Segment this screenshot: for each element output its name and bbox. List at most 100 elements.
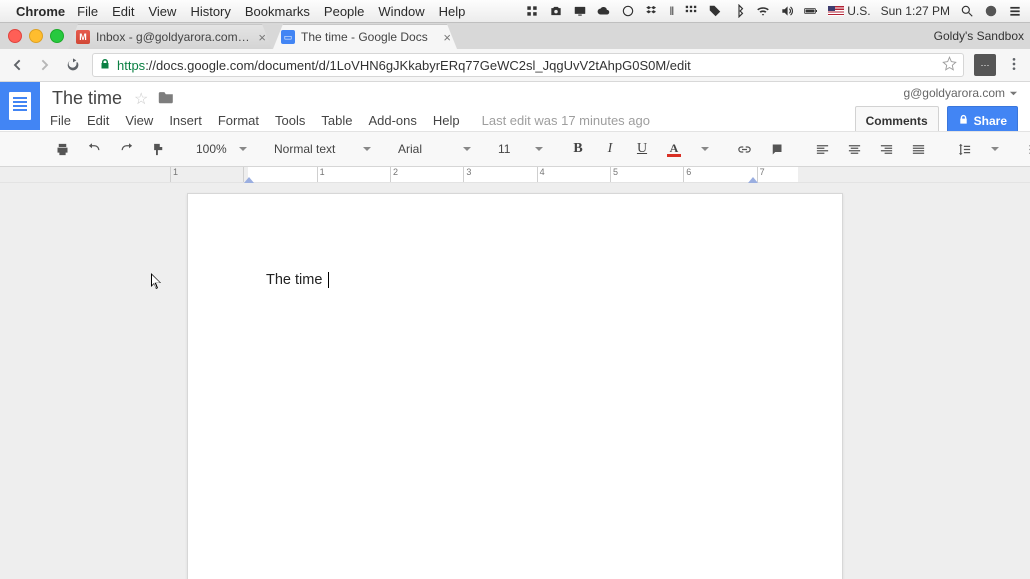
redo-button[interactable] <box>112 137 140 161</box>
zoom-select[interactable]: 100% <box>190 137 250 161</box>
menubar-clock[interactable]: Sun 1:27 PM <box>881 4 950 18</box>
docs-home-button[interactable] <box>0 82 40 130</box>
macos-menu-history[interactable]: History <box>190 4 230 19</box>
docs-menu-view[interactable]: View <box>125 113 153 128</box>
macos-menu-edit[interactable]: Edit <box>112 4 134 19</box>
menubar-separator-icon: ‖ <box>669 4 674 18</box>
menubar-spotlight-icon[interactable] <box>960 4 974 18</box>
numbered-list-button[interactable] <box>1020 137 1030 161</box>
address-bar[interactable]: https://docs.google.com/document/d/1LoVH… <box>92 53 964 77</box>
menubar-tag-icon[interactable] <box>708 4 722 18</box>
ruler-tick: 5 <box>610 167 683 182</box>
horizontal-ruler[interactable]: 1 1 2 3 4 5 6 7 <box>0 167 1030 183</box>
text-caret <box>328 272 329 288</box>
star-document-icon[interactable]: ☆ <box>134 89 148 109</box>
extension-icon[interactable]: ⋯ <box>974 54 996 76</box>
menubar-bluetooth-icon[interactable] <box>732 4 746 18</box>
account-switcher[interactable]: g@goldyarora.com <box>903 86 1018 100</box>
window-zoom-button[interactable] <box>50 29 64 43</box>
menubar-dropbox-icon[interactable] <box>645 4 659 18</box>
window-minimize-button[interactable] <box>29 29 43 43</box>
menubar-extra-icon[interactable] <box>525 4 539 18</box>
print-button[interactable] <box>48 137 76 161</box>
text-color-dropdown[interactable] <box>692 137 712 161</box>
browser-tab-gmail[interactable]: M Inbox - g@goldyarora.com - G × <box>68 24 272 49</box>
font-size-select[interactable]: 11 <box>492 137 546 161</box>
docs-menu-file[interactable]: File <box>50 113 71 128</box>
menubar-input-locale[interactable]: U.S. <box>828 4 870 18</box>
macos-menu-bookmarks[interactable]: Bookmarks <box>245 4 310 19</box>
align-left-button[interactable] <box>808 137 836 161</box>
browser-tab-docs[interactable]: ▭ The time - Google Docs × <box>273 24 457 49</box>
macos-menu-file[interactable]: File <box>77 4 98 19</box>
chrome-menu-icon[interactable] <box>1006 56 1022 75</box>
align-center-button[interactable] <box>840 137 868 161</box>
tab-title: The time - Google Docs <box>301 30 437 44</box>
ruler-tick <box>243 167 316 182</box>
menubar-camera-icon[interactable] <box>549 4 563 18</box>
reload-button[interactable] <box>64 56 82 74</box>
ruler-tick: 2 <box>390 167 463 182</box>
macos-menu-help[interactable]: Help <box>439 4 466 19</box>
insert-comment-button[interactable] <box>762 137 790 161</box>
paragraph-style-select[interactable]: Normal text <box>268 137 374 161</box>
forward-button[interactable] <box>36 56 54 74</box>
window-close-button[interactable] <box>8 29 22 43</box>
menubar-wifi-icon[interactable] <box>756 4 770 18</box>
tab-close-icon[interactable]: × <box>443 30 451 45</box>
document-title-input[interactable]: The time <box>50 88 124 109</box>
editor-canvas[interactable]: The time <box>0 183 1030 579</box>
document-text[interactable]: The time <box>266 272 326 288</box>
macos-menu-people[interactable]: People <box>324 4 364 19</box>
italic-button[interactable]: I <box>596 137 624 161</box>
menubar-siri-icon[interactable] <box>984 4 998 18</box>
ruler-tick: 1 <box>317 167 390 182</box>
docs-menu-edit[interactable]: Edit <box>87 113 109 128</box>
back-button[interactable] <box>8 56 26 74</box>
text-color-button[interactable]: A <box>660 137 688 161</box>
docs-menu-insert[interactable]: Insert <box>169 113 202 128</box>
mouse-cursor-icon <box>151 273 163 291</box>
menubar-display-icon[interactable] <box>573 4 587 18</box>
bold-button[interactable]: B <box>564 137 592 161</box>
chrome-profile-name[interactable]: Goldy's Sandbox <box>934 23 1024 49</box>
active-app-name[interactable]: Chrome <box>16 4 65 19</box>
docs-menu-format[interactable]: Format <box>218 113 259 128</box>
gmail-favicon-icon: M <box>76 30 90 44</box>
menubar-cloud-icon[interactable] <box>597 4 611 18</box>
last-edit-label[interactable]: Last edit was 17 minutes ago <box>482 113 650 128</box>
menubar-volume-icon[interactable] <box>780 4 794 18</box>
line-spacing-button[interactable] <box>950 137 978 161</box>
line-spacing-dropdown[interactable] <box>982 137 1002 161</box>
menubar-notifications-icon[interactable] <box>1008 4 1022 18</box>
ruler-tick: 3 <box>463 167 536 182</box>
menubar-sync-icon[interactable] <box>621 4 635 18</box>
align-right-button[interactable] <box>872 137 900 161</box>
align-justify-button[interactable] <box>904 137 932 161</box>
move-folder-icon[interactable] <box>158 90 175 108</box>
tab-title: Inbox - g@goldyarora.com - G <box>96 30 252 44</box>
tab-close-icon[interactable]: × <box>258 30 266 45</box>
menubar-grid-icon[interactable] <box>684 4 698 18</box>
macos-menu-window[interactable]: Window <box>378 4 424 19</box>
docs-menu-addons[interactable]: Add-ons <box>368 113 416 128</box>
font-family-select[interactable]: Arial <box>392 137 474 161</box>
paint-format-button[interactable] <box>144 137 172 161</box>
macos-menu-view[interactable]: View <box>148 4 176 19</box>
docs-menu-help[interactable]: Help <box>433 113 460 128</box>
insert-link-button[interactable] <box>730 137 758 161</box>
docs-app: The time ☆ File Edit View Insert Format … <box>0 82 1030 579</box>
docs-menu-tools[interactable]: Tools <box>275 113 305 128</box>
ruler-tick: 1 <box>170 167 243 182</box>
docs-toolbar: 100% Normal text Arial 11 B I U A T <box>0 131 1030 167</box>
bookmark-star-icon[interactable] <box>942 56 957 74</box>
docs-favicon-icon: ▭ <box>281 30 295 44</box>
underline-button[interactable]: U <box>628 137 656 161</box>
chrome-toolbar: https://docs.google.com/document/d/1LoVH… <box>0 49 1030 82</box>
undo-button[interactable] <box>80 137 108 161</box>
docs-menu-table[interactable]: Table <box>321 113 352 128</box>
document-page[interactable]: The time <box>187 193 843 579</box>
ruler-tick: 6 <box>683 167 756 182</box>
menubar-battery-icon[interactable] <box>804 4 818 18</box>
macos-menubar: Chrome File Edit View History Bookmarks … <box>0 0 1030 23</box>
